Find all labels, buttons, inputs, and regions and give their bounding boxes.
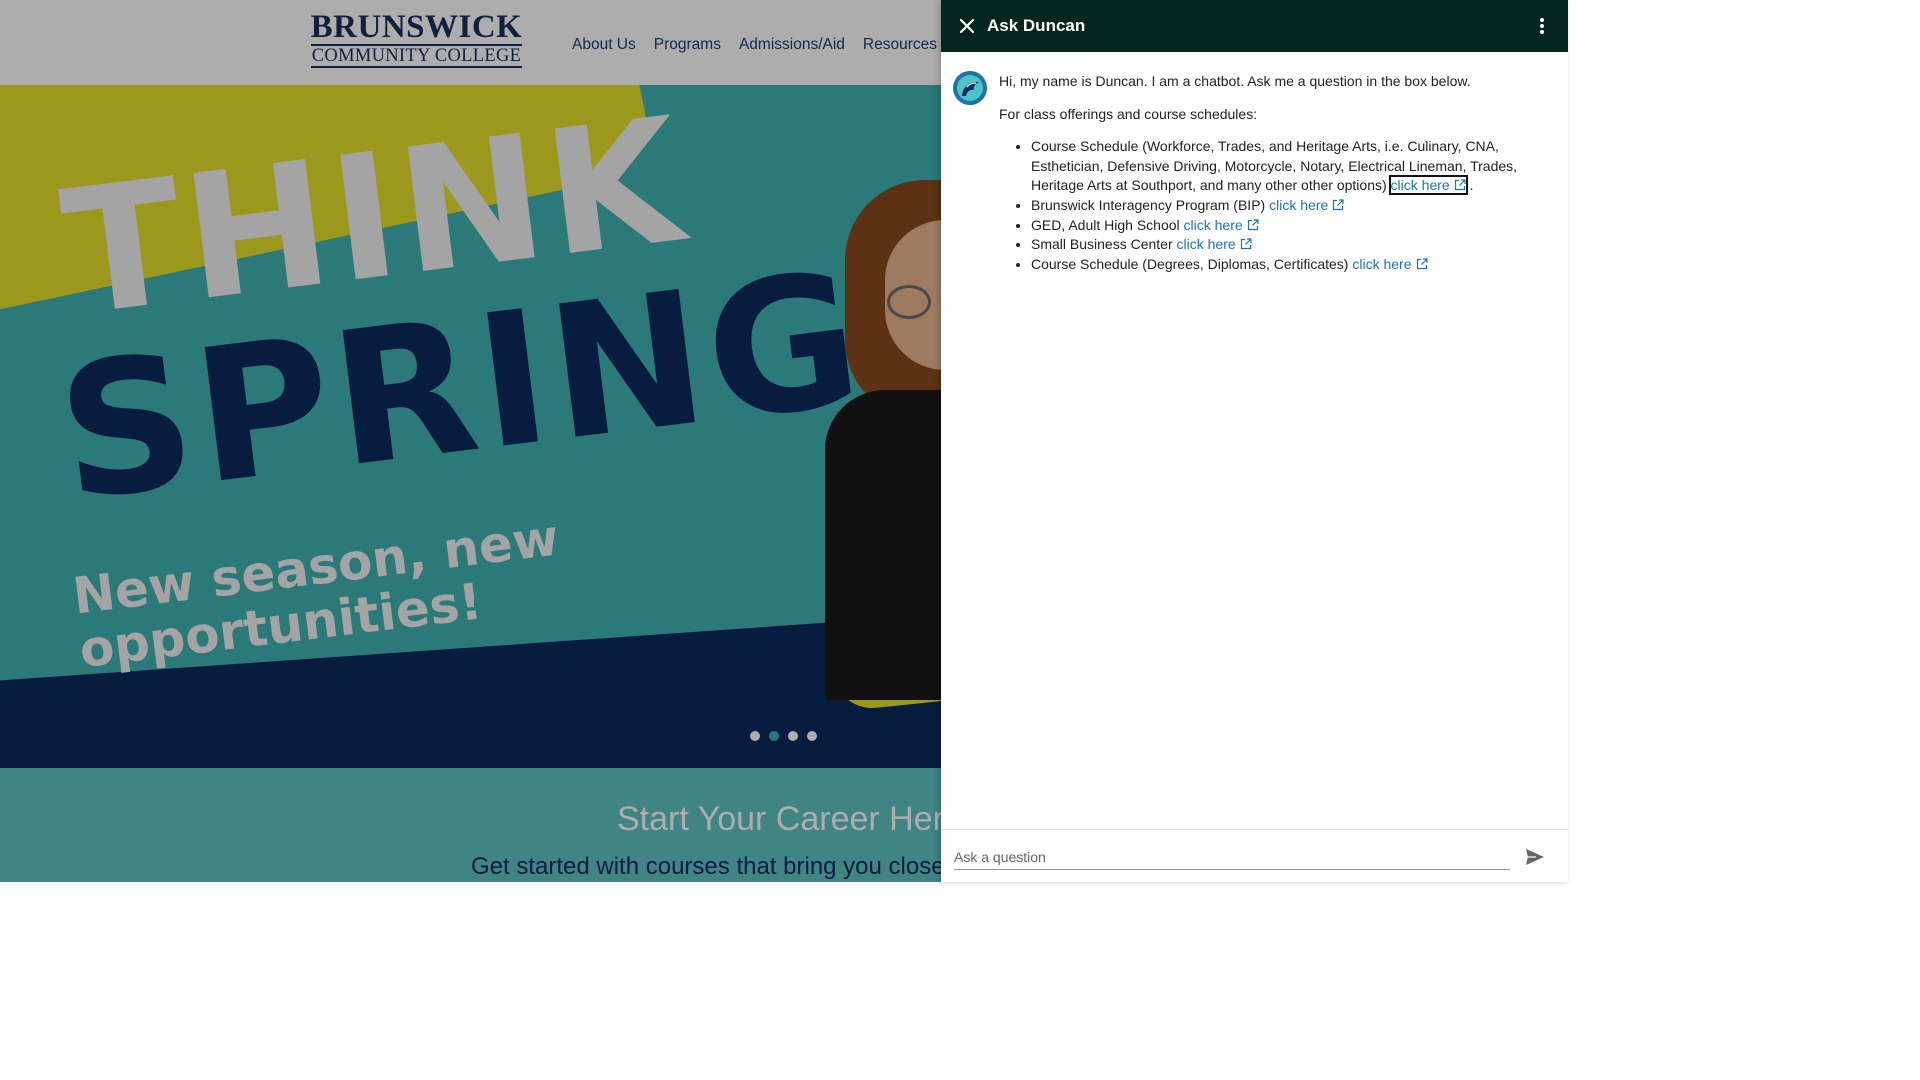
list-item: Small Business Center click here (1031, 235, 1554, 255)
external-link-icon (1240, 238, 1252, 250)
external-link-icon (1247, 218, 1259, 230)
list-item: Brunswick Interagency Program (BIP) clic… (1031, 196, 1554, 216)
bot-greeting: Hi, my name is Duncan. I am a chatbot. A… (999, 73, 1471, 89)
click-here-link-bip[interactable]: click here (1269, 197, 1344, 213)
send-icon[interactable] (1525, 847, 1545, 867)
ask-question-input[interactable] (954, 844, 1510, 870)
click-here-link-ged[interactable]: click here (1184, 217, 1259, 233)
external-link-icon (1454, 179, 1466, 191)
list-item: GED, Adult High School click here (1031, 216, 1554, 236)
list-item: Course Schedule (Degrees, Diplomas, Cert… (1031, 255, 1554, 275)
list-item: Course Schedule (Workforce, Trades, and … (1031, 137, 1554, 196)
link-list: Course Schedule (Workforce, Trades, and … (1031, 137, 1554, 274)
chat-footer (941, 829, 1568, 882)
bot-avatar-icon (953, 71, 987, 105)
external-link-icon (1333, 199, 1344, 211)
bot-intro: For class offerings and course schedules… (999, 105, 1258, 122)
more-vert-icon[interactable] (1532, 16, 1552, 36)
bot-message: Hi, my name is Duncan. I am a chatbot. A… (999, 72, 1554, 274)
click-here-link-degrees[interactable]: click here (1352, 256, 1428, 272)
chat-title: Ask Duncan (987, 16, 1086, 35)
click-here-link-sbc[interactable]: click here (1177, 236, 1252, 252)
click-here-link-workforce[interactable]: click here (1388, 175, 1468, 196)
chatbot-panel: Ask Duncan Hi, my name is Duncan. I am a… (941, 0, 1568, 882)
external-link-icon (1416, 258, 1428, 269)
close-icon[interactable] (957, 15, 977, 37)
chat-header: Ask Duncan (941, 0, 1568, 52)
